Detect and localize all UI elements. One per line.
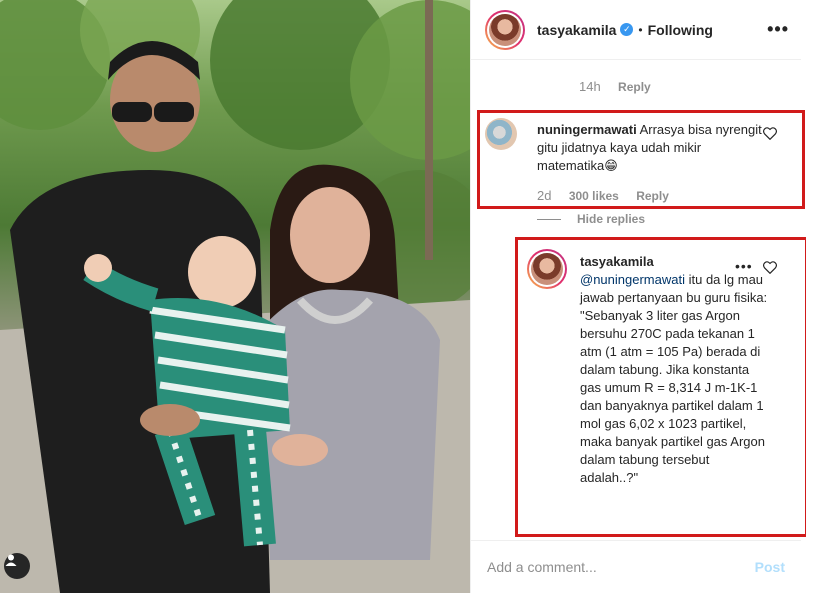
author-avatar[interactable] [485, 9, 525, 50]
comment-likes[interactable]: 300 likes [569, 189, 619, 203]
previous-reply-time[interactable]: 14h [579, 79, 601, 94]
following-button[interactable]: Following [648, 22, 713, 38]
hide-replies-toggle[interactable]: Hide replies [537, 212, 645, 226]
comments-panel: tasyakamila ✓ • Following ••• 14h Reply … [470, 0, 823, 593]
reply-body: itu da lg mau jawab pertanyaan bu guru f… [580, 272, 768, 485]
hide-replies-label: Hide replies [577, 212, 646, 226]
previous-reply-meta: 14h Reply [579, 79, 651, 94]
reply-mention[interactable]: @nuningermawati [580, 272, 685, 287]
verified-badge-icon: ✓ [620, 23, 634, 36]
replies-divider [537, 218, 561, 220]
comment-input[interactable] [487, 559, 755, 575]
post-photo[interactable] [0, 0, 470, 593]
scrollbar[interactable] [806, 0, 823, 593]
heart-outline-icon[interactable] [763, 127, 777, 140]
previous-reply-button[interactable]: Reply [618, 80, 651, 94]
comment-meta: 2d 300 likes Reply [537, 188, 669, 203]
reply-text: tasyakamila @nuningermawati itu da lg mau… [580, 253, 770, 487]
author-username[interactable]: tasyakamila [537, 22, 616, 38]
family-photo-illustration [0, 0, 470, 593]
post-header: tasyakamila ✓ • Following ••• [471, 0, 801, 60]
reply-author-avatar[interactable] [527, 249, 567, 289]
user-tag-icon[interactable] [4, 553, 30, 579]
add-comment-bar: Post [471, 540, 801, 593]
commenter-username[interactable]: nuningermawati [537, 122, 637, 137]
heart-outline-icon[interactable] [763, 261, 777, 274]
comment-reply-button[interactable]: Reply [636, 189, 669, 203]
commenter-avatar[interactable] [485, 118, 517, 150]
reply-more-icon[interactable]: ••• [735, 258, 753, 274]
comment-time[interactable]: 2d [537, 188, 551, 203]
comment-text: nuningermawati Arrasya bisa nyrengit git… [537, 121, 767, 175]
more-options-icon[interactable]: ••• [767, 19, 789, 40]
post-button[interactable]: Post [755, 559, 785, 575]
header-separator: • [638, 22, 643, 37]
